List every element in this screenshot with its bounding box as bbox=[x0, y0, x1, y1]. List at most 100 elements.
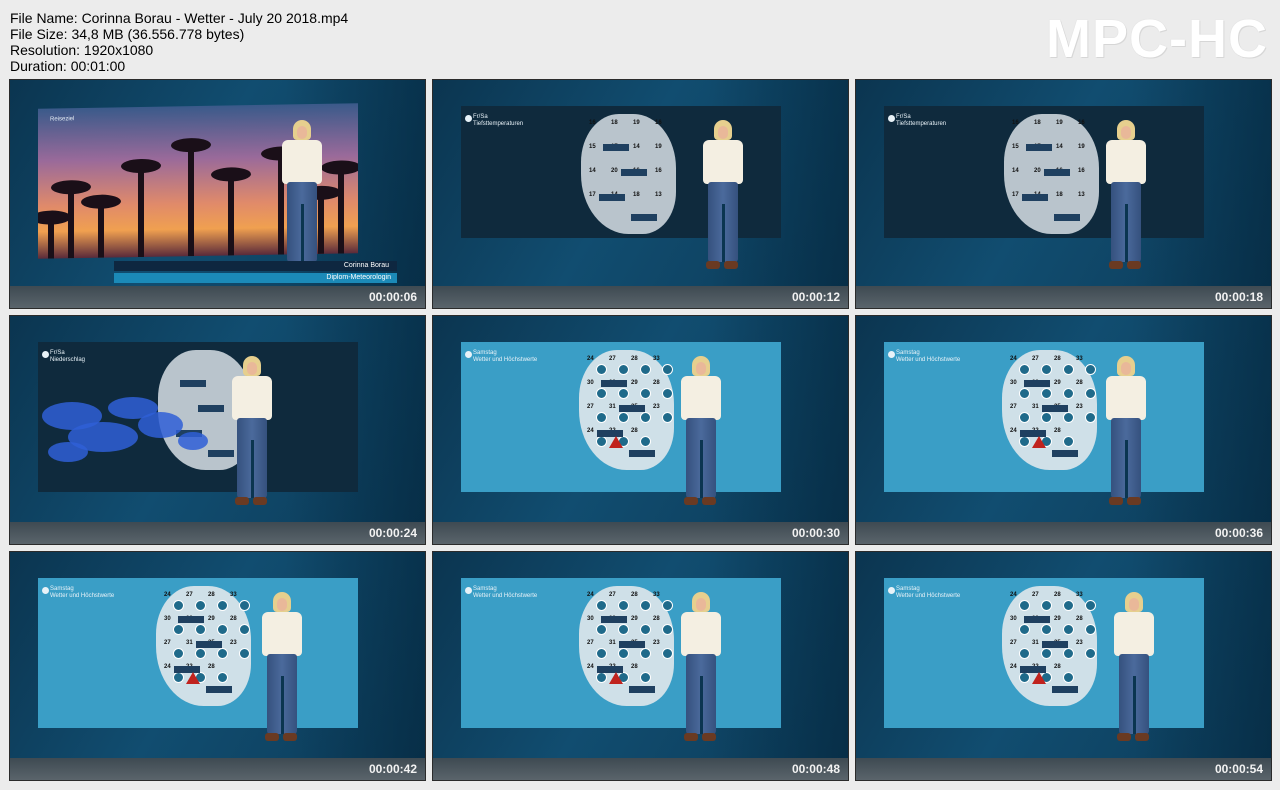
weather-icon bbox=[1063, 600, 1074, 611]
screen-title: Samstag Wetter und Höchstwerte bbox=[896, 350, 961, 363]
weather-icon bbox=[596, 672, 607, 683]
city-label bbox=[601, 380, 627, 387]
screen-title: Fr/Sa Tiefsttemperaturen bbox=[896, 114, 947, 127]
weather-icon bbox=[1041, 388, 1052, 399]
presenter-shoe bbox=[706, 261, 720, 269]
weather-icon bbox=[1063, 624, 1074, 635]
weather-icon bbox=[596, 412, 607, 423]
weather-icon bbox=[662, 624, 673, 635]
germany-map: 16181916151714191420161617141813 bbox=[1004, 114, 1099, 234]
timestamp: 00:00:06 bbox=[368, 290, 417, 304]
temperature-value: 27 bbox=[587, 404, 594, 410]
weather-icon bbox=[1019, 364, 1030, 375]
temperature-value: 23 bbox=[653, 404, 660, 410]
video-thumbnail[interactable]: 242728333029292827312523242228Samstag We… bbox=[432, 551, 849, 781]
temperature-value: 30 bbox=[1010, 616, 1017, 622]
weather-icon bbox=[1085, 364, 1096, 375]
temperature-value: 16 bbox=[1078, 168, 1085, 174]
germany-map: 242728333029292827312523242228 bbox=[1002, 350, 1097, 470]
presenter-leg-gap bbox=[1133, 676, 1136, 734]
temperature-value: 30 bbox=[164, 616, 171, 622]
weather-icon bbox=[640, 388, 651, 399]
warning-icon bbox=[609, 436, 623, 448]
weather-icon bbox=[1041, 648, 1052, 659]
weather-icon bbox=[596, 364, 607, 375]
video-thumbnail[interactable]: Fr/Sa Niederschlag 00:00:24 bbox=[9, 315, 426, 545]
weather-screen: 242728333029292827312523242228Samstag We… bbox=[884, 578, 1204, 728]
weather-icon bbox=[1085, 648, 1096, 659]
weather-icon bbox=[195, 624, 206, 635]
weather-icon bbox=[618, 600, 629, 611]
temperature-value: 28 bbox=[653, 616, 660, 622]
temperature-value: 24 bbox=[587, 356, 594, 362]
temperature-value: 15 bbox=[1012, 144, 1019, 150]
video-thumbnail[interactable]: 16181916151714191420161617141813Fr/Sa Ti… bbox=[432, 79, 849, 309]
city-label bbox=[631, 214, 657, 221]
city-label bbox=[206, 686, 232, 693]
germany-map: 242728333029292827312523242228 bbox=[579, 350, 674, 470]
temperature-value: 18 bbox=[1034, 120, 1041, 126]
presenter-leg-gap bbox=[251, 440, 254, 498]
temperature-value: 24 bbox=[164, 592, 171, 598]
city-label bbox=[196, 641, 222, 648]
temperature-value: 31 bbox=[186, 640, 193, 646]
presenter-top bbox=[681, 612, 721, 656]
studio-floor bbox=[856, 522, 1271, 544]
weather-screen: 16181916151714191420161617141813Fr/Sa Ti… bbox=[884, 106, 1204, 238]
weather-icon bbox=[1019, 412, 1030, 423]
screen-title: Samstag Wetter und Höchstwerte bbox=[473, 350, 538, 363]
weather-icon bbox=[618, 412, 629, 423]
video-thumbnail[interactable]: Reiseziel Corinna Borau Diplom-Meteorologi… bbox=[9, 79, 426, 309]
presenter-shoe bbox=[253, 497, 267, 505]
city-label bbox=[180, 380, 206, 387]
weather-icon bbox=[596, 624, 607, 635]
palm-fronds bbox=[121, 158, 161, 174]
video-thumbnail[interactable]: 242728333029292827312523242228Samstag We… bbox=[432, 315, 849, 545]
presenter-top bbox=[232, 376, 272, 420]
temperature-value: 31 bbox=[609, 404, 616, 410]
weather-screen: 242728333029292827312523242228Samstag We… bbox=[461, 342, 781, 492]
city-label bbox=[621, 169, 647, 176]
video-thumbnail[interactable]: 242728333029292827312523242228Samstag We… bbox=[9, 551, 426, 781]
presenter-shoe bbox=[1127, 261, 1141, 269]
video-thumbnail[interactable]: 242728333029292827312523242228Samstag We… bbox=[855, 551, 1272, 781]
temperature-value: 27 bbox=[1010, 640, 1017, 646]
weather-icon bbox=[640, 624, 651, 635]
timestamp: 00:00:54 bbox=[1214, 762, 1263, 776]
presenter-face bbox=[1121, 362, 1131, 375]
temperature-value: 24 bbox=[587, 592, 594, 598]
temperature-value: 27 bbox=[1032, 592, 1039, 598]
city-label bbox=[1024, 616, 1050, 623]
weather-icon bbox=[1041, 600, 1052, 611]
temperature-value: 28 bbox=[1054, 592, 1061, 598]
presenter-leg-gap bbox=[1125, 204, 1128, 262]
weather-icon bbox=[640, 364, 651, 375]
screen-logo-icon bbox=[888, 587, 895, 594]
weather-screen: 242728333029292827312523242228 Samstag We… bbox=[884, 342, 1204, 492]
temperature-value: 24 bbox=[164, 664, 171, 670]
screen-logo-icon bbox=[888, 115, 895, 122]
video-thumbnail[interactable]: 242728333029292827312523242228 Samstag We… bbox=[855, 315, 1272, 545]
presenter-face bbox=[718, 126, 728, 139]
presenter-top bbox=[1106, 376, 1146, 420]
palm-trunk bbox=[228, 175, 234, 256]
temperature-value: 27 bbox=[1010, 404, 1017, 410]
video-thumbnail[interactable]: 16181916151714191420161617141813Fr/Sa Ti… bbox=[855, 79, 1272, 309]
temperature-value: 28 bbox=[230, 616, 237, 622]
studio-floor bbox=[10, 522, 425, 544]
weather-icon bbox=[195, 648, 206, 659]
warning-icon bbox=[1032, 436, 1046, 448]
temperature-value: 18 bbox=[611, 120, 618, 126]
temperature-value: 28 bbox=[1054, 664, 1061, 670]
weather-icon bbox=[217, 672, 228, 683]
lower-third-name: Corinna Borau bbox=[343, 262, 389, 269]
precipitation-area bbox=[48, 442, 88, 462]
screen-logo-icon bbox=[465, 115, 472, 122]
studio-floor bbox=[856, 758, 1271, 780]
weather-icon bbox=[1041, 624, 1052, 635]
palm-trunk bbox=[138, 166, 144, 258]
weather-icon bbox=[173, 672, 184, 683]
temperature-value: 16 bbox=[589, 120, 596, 126]
temperature-value: 27 bbox=[609, 592, 616, 598]
temperature-value: 29 bbox=[631, 616, 638, 622]
